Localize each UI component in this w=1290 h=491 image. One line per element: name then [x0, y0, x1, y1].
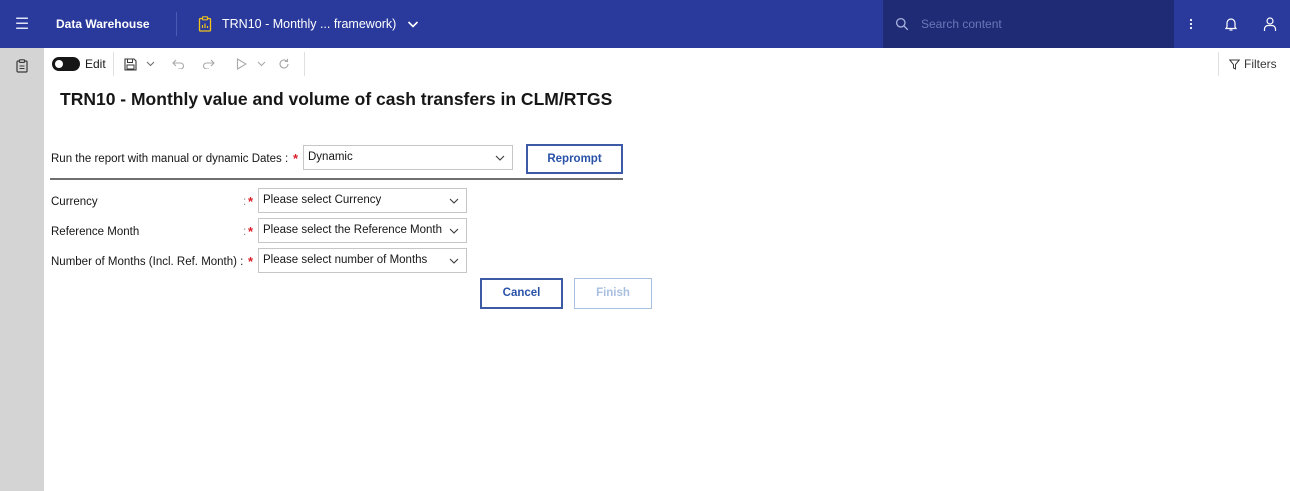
reference-month-select[interactable]: Please select the Reference Month	[258, 218, 467, 243]
reference-month-value: Please select the Reference Month	[263, 224, 442, 236]
undo-icon[interactable]	[170, 54, 186, 74]
number-of-months-value: Please select number of Months	[263, 254, 428, 266]
run-menu-chevron-icon[interactable]	[255, 54, 267, 74]
chevron-down-icon	[449, 258, 459, 264]
filters-label: Filters	[1244, 57, 1277, 71]
required-asterisk: *	[248, 224, 254, 239]
search-input[interactable]	[919, 16, 1163, 32]
report-panel-icon[interactable]	[0, 52, 44, 80]
filters-button[interactable]: Filters	[1218, 52, 1277, 76]
colon-separator: :	[243, 226, 247, 238]
edit-toggle[interactable]	[52, 57, 80, 71]
required-asterisk: *	[293, 151, 299, 166]
overflow-menu-icon[interactable]	[1174, 0, 1208, 48]
search-icon	[895, 17, 909, 31]
cancel-button[interactable]: Cancel	[480, 278, 563, 309]
edit-label: Edit	[85, 57, 106, 71]
top-header-bar: ☰ Data Warehouse TRN10 - Monthly ... fra…	[0, 0, 1290, 48]
chevron-down-icon	[408, 21, 419, 28]
currency-value: Please select Currency	[263, 194, 382, 206]
save-icon[interactable]	[122, 54, 138, 74]
page-title: TRN10 - Monthly value and volume of cash…	[60, 89, 613, 109]
run-play-icon[interactable]	[233, 54, 249, 74]
date-mode-select[interactable]: Dynamic	[303, 145, 513, 170]
user-icon[interactable]	[1253, 0, 1287, 48]
chevron-down-icon	[449, 228, 459, 234]
colon-separator: :	[243, 196, 247, 208]
chevron-down-icon	[449, 198, 459, 204]
search-box	[883, 0, 1174, 48]
report-tab-label: TRN10 - Monthly ... framework)	[222, 17, 397, 31]
hamburger-menu-icon[interactable]: ☰	[0, 0, 44, 48]
header-divider	[176, 12, 177, 36]
required-asterisk: *	[248, 254, 254, 269]
save-menu-chevron-icon[interactable]	[144, 54, 156, 74]
reference-month-label: Reference Month	[51, 226, 140, 238]
date-mode-value: Dynamic	[308, 151, 353, 163]
section-divider	[50, 178, 623, 180]
currency-select[interactable]: Please select Currency	[258, 188, 467, 213]
toolbar-divider	[113, 52, 114, 76]
refresh-icon[interactable]	[276, 54, 292, 74]
finish-button[interactable]: Finish	[574, 278, 652, 309]
number-of-months-label: Number of Months (Incl. Ref. Month) :	[51, 256, 244, 268]
filter-icon	[1229, 59, 1240, 70]
required-asterisk: *	[248, 194, 254, 209]
currency-label: Currency	[51, 196, 98, 208]
reprompt-button[interactable]: Reprompt	[526, 144, 623, 174]
toolbar-divider	[304, 52, 305, 76]
app-name-link[interactable]: Data Warehouse	[56, 0, 150, 48]
chevron-down-icon	[495, 155, 505, 161]
report-tab-switcher[interactable]: TRN10 - Monthly ... framework)	[198, 0, 420, 48]
report-toolbar: Edit Filters	[44, 48, 1290, 80]
number-of-months-select[interactable]: Please select number of Months	[258, 248, 467, 273]
redo-icon[interactable]	[200, 54, 216, 74]
report-document-icon	[198, 16, 212, 32]
left-rail	[0, 48, 44, 491]
date-mode-label: Run the report with manual or dynamic Da…	[51, 153, 288, 165]
notification-bell-icon[interactable]	[1214, 0, 1248, 48]
date-mode-label-text: Run the report with manual or dynamic Da…	[51, 153, 289, 165]
